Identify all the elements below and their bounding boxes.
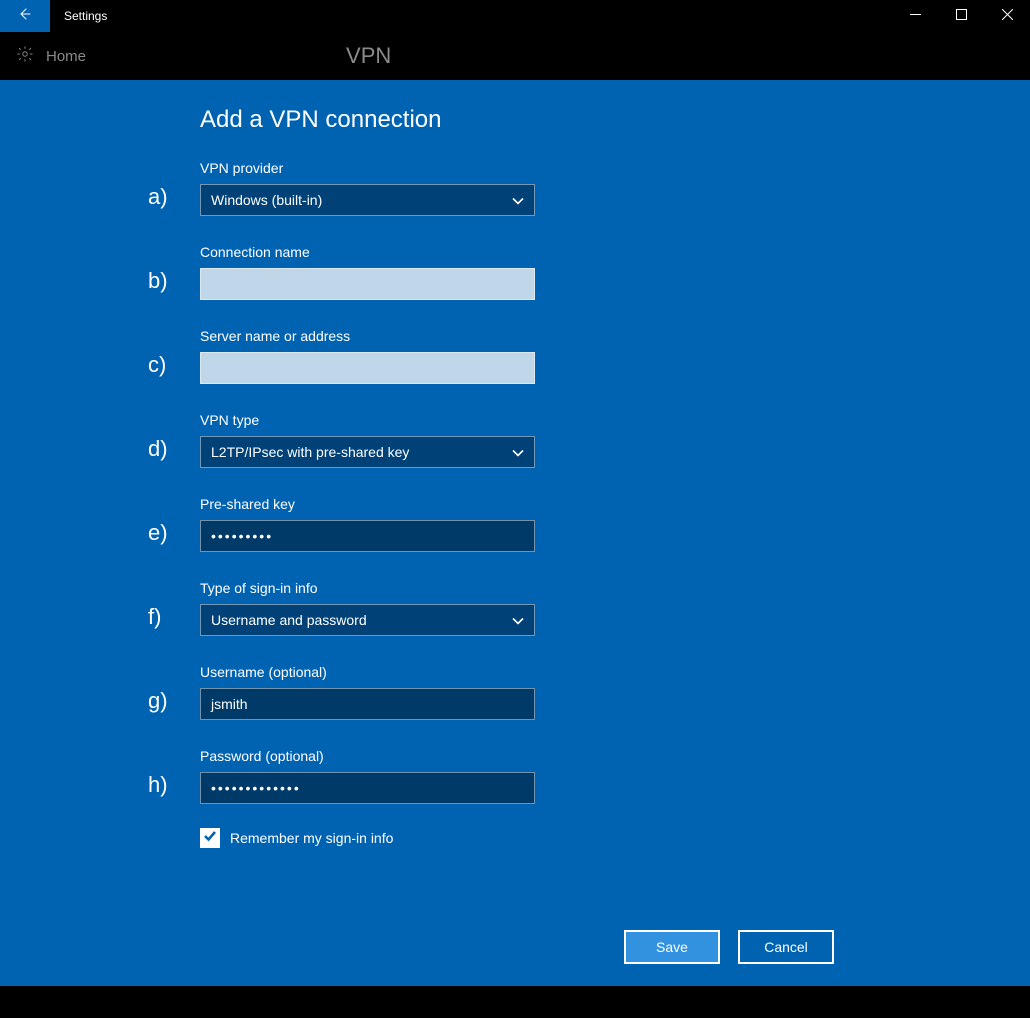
field-vpn-provider: a) VPN provider Windows (built-in) (200, 160, 540, 216)
marker-d: d) (148, 436, 168, 462)
vpn-type-dropdown[interactable]: L2TP/IPsec with pre-shared key (200, 436, 535, 468)
section-title: VPN (346, 43, 391, 69)
field-password: h) Password (optional) ••••••••••••• (200, 748, 540, 804)
remember-checkbox-row[interactable]: Remember my sign-in info (200, 828, 540, 848)
cancel-label: Cancel (764, 939, 808, 955)
back-button[interactable] (0, 0, 50, 32)
marker-f: f) (148, 604, 161, 630)
minimize-icon (910, 7, 921, 25)
save-button[interactable]: Save (624, 930, 720, 964)
label-server: Server name or address (200, 328, 540, 344)
button-row: Save Cancel (624, 930, 834, 964)
chevron-down-icon (512, 194, 524, 206)
signin-type-dropdown[interactable]: Username and password (200, 604, 535, 636)
home-label: Home (46, 48, 86, 65)
field-psk: e) Pre-shared key ••••••••• (200, 496, 540, 552)
vpn-provider-dropdown[interactable]: Windows (built-in) (200, 184, 535, 216)
label-connection-name: Connection name (200, 244, 540, 260)
subheader: Home VPN (0, 32, 1030, 80)
field-username: g) Username (optional) jsmith (200, 664, 540, 720)
connection-name-input[interactable] (200, 268, 535, 300)
username-value: jsmith (211, 696, 248, 712)
close-button[interactable] (984, 0, 1030, 32)
marker-h: h) (148, 772, 168, 798)
signin-type-value: Username and password (211, 612, 512, 628)
arrow-left-icon (17, 6, 33, 27)
vpn-type-value: L2TP/IPsec with pre-shared key (211, 444, 512, 460)
label-password: Password (optional) (200, 748, 540, 764)
field-vpn-type: d) VPN type L2TP/IPsec with pre-shared k… (200, 412, 540, 468)
label-signin-type: Type of sign-in info (200, 580, 540, 596)
page-title: Add a VPN connection (200, 106, 540, 134)
window-controls (892, 0, 1030, 32)
label-vpn-provider: VPN provider (200, 160, 540, 176)
remember-checkbox[interactable] (200, 828, 220, 848)
marker-a: a) (148, 184, 168, 210)
label-username: Username (optional) (200, 664, 540, 680)
remember-label: Remember my sign-in info (230, 830, 393, 846)
titlebar: Settings (0, 0, 1030, 32)
psk-input[interactable]: ••••••••• (200, 520, 535, 552)
maximize-icon (956, 7, 967, 25)
password-value: ••••••••••••• (211, 780, 301, 796)
marker-g: g) (148, 688, 168, 714)
field-connection-name: b) Connection name (200, 244, 540, 300)
password-input[interactable]: ••••••••••••• (200, 772, 535, 804)
window-title: Settings (50, 0, 107, 32)
label-psk: Pre-shared key (200, 496, 540, 512)
gear-icon (16, 45, 34, 67)
main-panel: Add a VPN connection a) VPN provider Win… (0, 80, 1030, 986)
marker-b: b) (148, 268, 168, 294)
minimize-button[interactable] (892, 0, 938, 32)
bottom-strip (0, 986, 1030, 1018)
form-area: Add a VPN connection a) VPN provider Win… (200, 106, 540, 848)
psk-value: ••••••••• (211, 528, 273, 544)
chevron-down-icon (512, 446, 524, 458)
chevron-down-icon (512, 614, 524, 626)
close-icon (1002, 7, 1013, 25)
cancel-button[interactable]: Cancel (738, 930, 834, 964)
label-vpn-type: VPN type (200, 412, 540, 428)
marker-e: e) (148, 520, 168, 546)
username-input[interactable]: jsmith (200, 688, 535, 720)
home-nav-item[interactable]: Home (0, 45, 86, 67)
maximize-button[interactable] (938, 0, 984, 32)
server-input[interactable] (200, 352, 535, 384)
vpn-provider-value: Windows (built-in) (211, 192, 512, 208)
save-label: Save (656, 939, 688, 955)
field-signin-type: f) Type of sign-in info Username and pas… (200, 580, 540, 636)
check-icon (203, 829, 217, 848)
field-server: c) Server name or address (200, 328, 540, 384)
marker-c: c) (148, 352, 166, 378)
